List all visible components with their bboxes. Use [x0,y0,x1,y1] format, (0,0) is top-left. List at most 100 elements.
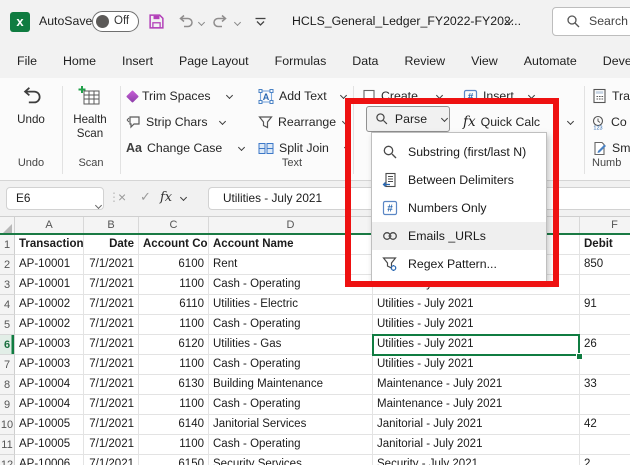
quick-calc-button[interactable]: fx Quick Calc [463,111,540,133]
name-box-chevron-icon[interactable] [95,202,103,210]
redo-icon[interactable] [212,14,229,34]
tab-view[interactable]: View [458,44,511,78]
menu-item-regex-pattern[interactable]: Regex Pattern... [372,250,546,278]
cell-B9[interactable]: 7/1/2021 [84,395,139,415]
tab-formulas[interactable]: Formulas [262,44,340,78]
cell-F2[interactable]: 850 [580,255,630,275]
create-button[interactable]: Create [362,85,418,107]
change-case-button[interactable]: Aa Change Case [126,137,222,159]
row-header-11[interactable]: 11 [0,435,15,455]
cell-F6[interactable]: 26 [580,335,630,355]
cell-D8[interactable]: Building Maintenance [209,375,373,395]
cell-F10[interactable]: 42 [580,415,630,435]
enter-icon[interactable]: ✓ [140,189,151,205]
cell-E7[interactable]: Utilities - July 2021 [373,355,580,375]
cell-C11[interactable]: 1100 [139,435,209,455]
cell-B3[interactable]: 7/1/2021 [84,275,139,295]
cell-C6[interactable]: 6120 [139,335,209,355]
parse-button[interactable]: Parse [366,106,450,132]
trim-spaces-chevron-icon[interactable] [226,92,234,100]
row-header-9[interactable]: 9 [0,395,15,415]
create-chevron-icon[interactable] [436,92,444,100]
cell-D10[interactable]: Janitorial Services [209,415,373,435]
menu-item-substring[interactable]: Substring (first/last N) [372,138,546,166]
cell-A11[interactable]: AP-10005 [15,435,84,455]
change-case-chevron-icon[interactable] [238,144,246,152]
health-scan-button[interactable]: Health Scan [63,84,117,141]
cancel-icon[interactable]: × [118,189,126,205]
cell-A9[interactable]: AP-10004 [15,395,84,415]
cell-F8[interactable]: 33 [580,375,630,395]
cell-A4[interactable]: AP-10002 [15,295,84,315]
cell-D9[interactable]: Cash - Operating [209,395,373,415]
cell-F1[interactable]: Debit [580,235,630,255]
cell-A5[interactable]: AP-10002 [15,315,84,335]
convert-button[interactable]: 123 Co [590,111,627,133]
menu-item-emails-urls[interactable]: Emails _URLs [372,222,546,250]
cell-A1[interactable]: Transaction ID [15,235,84,255]
cell-E12[interactable]: Security - July 2021 [373,455,580,465]
tab-insert[interactable]: Insert [109,44,166,78]
cell-C8[interactable]: 6130 [139,375,209,395]
formula-chevron-icon[interactable] [180,194,188,202]
row-header-8[interactable]: 8 [0,375,15,395]
cell-E4[interactable]: Utilities - July 2021 [373,295,580,315]
row-header-2[interactable]: 2 [0,255,15,275]
undo-icon[interactable] [177,14,194,34]
title-chevron-icon[interactable] [505,17,514,26]
cell-C3[interactable]: 1100 [139,275,209,295]
search-box[interactable]: Search [552,7,630,36]
cell-E11[interactable]: Janitorial - July 2021 [373,435,580,455]
cell-C1[interactable]: Account Code [139,235,209,255]
tab-data[interactable]: Data [339,44,391,78]
cell-D3[interactable]: Cash - Operating [209,275,373,295]
cell-E6[interactable]: Utilities - July 2021 [373,335,580,355]
row-header-10[interactable]: 10 [0,415,15,435]
row-header-1[interactable]: 1 [0,235,15,255]
row-header-4[interactable]: 4 [0,295,15,315]
cell-E8[interactable]: Maintenance - July 2021 [373,375,580,395]
cell-C7[interactable]: 1100 [139,355,209,375]
split-join-chevron-icon[interactable] [344,144,352,152]
transform-button[interactable]: Tra [592,85,630,107]
insert-button[interactable]: # Insert [463,85,514,107]
cell-F3[interactable] [580,275,630,295]
cell-C12[interactable]: 6150 [139,455,209,465]
cell-A3[interactable]: AP-10001 [15,275,84,295]
strip-chars-chevron-icon[interactable] [219,118,227,126]
cell-A12[interactable]: AP-10006 [15,455,84,465]
cell-A7[interactable]: AP-10003 [15,355,84,375]
rearrange-chevron-icon[interactable] [342,118,350,126]
tab-automate[interactable]: Automate [511,44,590,78]
split-join-button[interactable]: Split Join [258,137,329,159]
tab-page-layout[interactable]: Page Layout [166,44,262,78]
tab-review[interactable]: Review [391,44,458,78]
rearrange-button[interactable]: Rearrange [258,111,336,133]
add-text-chevron-icon[interactable] [340,92,348,100]
cell-F9[interactable] [580,395,630,415]
menu-item-numbers-only[interactable]: # Numbers Only [372,194,546,222]
row-header-5[interactable]: 5 [0,315,15,335]
menu-item-between-delimiters[interactable]: Between Delimiters [372,166,546,194]
row-header-3[interactable]: 3 [0,275,15,295]
cell-B5[interactable]: 7/1/2021 [84,315,139,335]
cell-E5[interactable]: Utilities - July 2021 [373,315,580,335]
cell-C10[interactable]: 6140 [139,415,209,435]
smart-button[interactable]: Sm [592,137,630,159]
save-icon[interactable] [148,13,165,35]
autosave-toggle[interactable]: Off [92,11,139,32]
cell-A6[interactable]: AP-10003 [15,335,84,355]
trim-spaces-button[interactable]: Trim Spaces [126,85,211,107]
tab-file[interactable]: File [4,44,50,78]
row-header-6[interactable]: 6 [0,335,15,355]
cell-F12[interactable]: 2 [580,455,630,465]
cell-D1[interactable]: Account Name [209,235,373,255]
row-header-12[interactable]: 12 [0,455,15,465]
cell-B10[interactable]: 7/1/2021 [84,415,139,435]
tab-home[interactable]: Home [50,44,109,78]
cell-F4[interactable]: 91 [580,295,630,315]
document-title[interactable]: HCLS_General_Ledger_FY2022-FY202... [292,14,521,28]
undo-chevron-icon[interactable] [198,20,205,27]
cell-B1[interactable]: Date [84,235,139,255]
cell-B4[interactable]: 7/1/2021 [84,295,139,315]
